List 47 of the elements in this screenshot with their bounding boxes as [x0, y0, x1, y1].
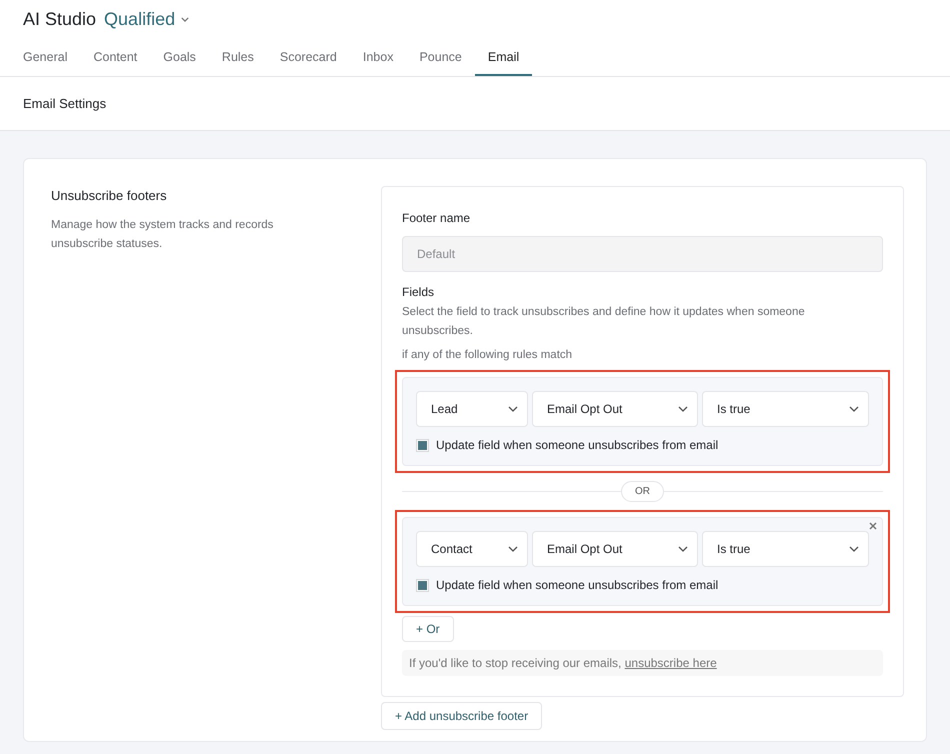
close-icon[interactable]	[868, 521, 878, 532]
section-title: Email Settings	[23, 94, 106, 113]
object-select[interactable]: Contact	[416, 531, 528, 568]
or-separator: OR	[621, 481, 664, 502]
checkbox[interactable]	[416, 438, 429, 452]
settings-description: Manage how the system tracks and records unsubscribe statuses.	[51, 218, 274, 252]
chevron-down-icon	[678, 546, 688, 552]
tab[interactable]: Rules	[208, 40, 267, 76]
checkbox[interactable]	[416, 578, 429, 592]
condition-select[interactable]: Is true	[702, 531, 869, 568]
field-select[interactable]: Email Opt Out	[532, 531, 698, 568]
match-text: if any of the following rules match	[402, 348, 574, 363]
footer-name-field[interactable]: Default	[402, 236, 883, 272]
unsubscribe-link[interactable]: unsubscribe here	[624, 656, 717, 670]
condition-select[interactable]: Is true	[702, 391, 869, 428]
tab[interactable]: General	[10, 40, 80, 76]
add-footer-button[interactable]: + Add unsubscribe footer	[381, 702, 542, 730]
select-value: Lead	[431, 401, 458, 418]
chevron-down-icon	[181, 17, 190, 22]
tab[interactable]: Goals	[150, 40, 209, 76]
app-title: AI Studio	[23, 8, 96, 31]
chevron-down-icon	[678, 406, 688, 412]
select-value: Is true	[717, 541, 750, 558]
tab[interactable]: Content	[80, 40, 150, 76]
chevron-down-icon	[849, 546, 859, 552]
select-value: Email Opt Out	[547, 541, 622, 558]
settings-title: Unsubscribe footers	[51, 187, 168, 205]
chevron-down-icon	[508, 406, 518, 412]
tab[interactable]: Scorecard	[266, 40, 350, 76]
workspace-dropdown[interactable]: Qualified	[104, 6, 190, 33]
checkbox-label: Update field when someone unsubscribes from email	[436, 577, 718, 594]
preview-text: If you'd like to stop receiving our emails,	[409, 656, 622, 670]
tab[interactable]: Pounce	[406, 40, 475, 76]
select-value: Contact	[431, 541, 472, 558]
object-select[interactable]: Lead	[416, 391, 528, 428]
checkbox-label: Update field when someone unsubscribes from email	[436, 437, 718, 454]
add-or-button[interactable]: + Or	[402, 616, 454, 642]
field-label: Footer name	[402, 210, 472, 227]
select-value: Email Opt Out	[547, 401, 622, 418]
field-select[interactable]: Email Opt Out	[532, 391, 698, 428]
field-label: Fields	[402, 284, 436, 301]
tab[interactable]: Inbox	[350, 40, 406, 76]
tab[interactable]: Email	[474, 40, 532, 76]
chevron-down-icon	[849, 406, 859, 412]
select-value: Is true	[717, 401, 750, 418]
chevron-down-icon	[508, 546, 518, 552]
fields-description: Select the field to track unsubscribes and define how it updates when someone unsubscribes.	[402, 305, 806, 339]
